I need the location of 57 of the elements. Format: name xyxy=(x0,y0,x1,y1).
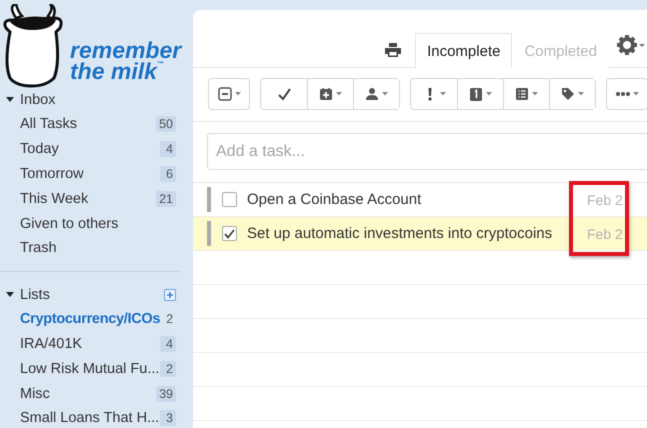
settings-button[interactable] xyxy=(617,35,645,55)
sidebar-item[interactable]: Today xyxy=(20,141,160,158)
assign-button[interactable] xyxy=(353,79,399,109)
section-header[interactable]: Inbox xyxy=(20,92,176,108)
list-icon xyxy=(515,86,529,102)
task-count: 50 xyxy=(156,116,176,132)
task-title: Open a Coinbase Account xyxy=(247,191,422,208)
collapse-arrow-icon[interactable] xyxy=(6,97,14,103)
task-count: 2 xyxy=(165,311,174,328)
due-date: Feb 2 xyxy=(587,192,624,208)
sidebar-item[interactable]: Given to others xyxy=(20,216,176,232)
checkbox-icon xyxy=(218,86,232,102)
add-list-button[interactable] xyxy=(164,288,176,301)
task-count: 6 xyxy=(160,166,176,182)
cow-logo-icon xyxy=(2,4,64,88)
tag-icon xyxy=(561,86,575,102)
calendar-icon xyxy=(469,86,483,102)
logo-text: the milk xyxy=(70,61,157,82)
printer-icon[interactable] xyxy=(385,42,402,56)
caret-icon xyxy=(382,92,388,96)
due-date: Feb 2 xyxy=(587,226,624,242)
task-title: Set up automatic investments into cryptocoins xyxy=(247,225,554,242)
section-header[interactable]: Lists xyxy=(20,286,164,303)
tab[interactable]: Incomplete xyxy=(415,33,512,68)
task-count: 3 xyxy=(160,410,176,426)
task-count: 4 xyxy=(160,141,176,158)
sidebar-item[interactable]: Tomorrow xyxy=(20,166,160,182)
logo-text: remember xyxy=(70,40,182,61)
sidebar-item[interactable]: Cryptocurrency/ICOs xyxy=(20,311,160,328)
tag-button[interactable] xyxy=(549,79,595,109)
task-count: 2 xyxy=(160,360,176,377)
caret-icon xyxy=(578,92,584,96)
checkmark-icon xyxy=(277,86,291,102)
caret-icon xyxy=(234,92,240,96)
caret-icon xyxy=(632,92,638,96)
caret-icon xyxy=(486,92,492,96)
sidebar-item[interactable]: This Week xyxy=(20,190,156,207)
task-count: 39 xyxy=(156,386,176,402)
caret-icon xyxy=(336,92,342,96)
sidebar-item[interactable]: Small Loans That H... xyxy=(20,410,160,426)
caret-icon xyxy=(532,92,538,96)
calendar-plus-icon xyxy=(319,86,333,102)
plus-icon xyxy=(166,290,174,299)
collapse-arrow-icon[interactable] xyxy=(6,292,14,298)
caret-icon xyxy=(440,92,446,96)
sidebar-item[interactable]: All Tasks xyxy=(20,116,156,132)
add-task-field[interactable]: Add a task... xyxy=(207,133,647,170)
sidebar-item[interactable]: Trash xyxy=(20,240,176,256)
person-icon xyxy=(365,86,379,102)
sidebar-item[interactable]: IRA/401K xyxy=(20,336,160,352)
sidebar-item[interactable]: Misc xyxy=(20,386,156,402)
task-count: 21 xyxy=(156,190,176,207)
checkbox[interactable] xyxy=(222,192,237,207)
sidebar-item[interactable]: Low Risk Mutual Fu... xyxy=(20,360,160,377)
task-count: 4 xyxy=(160,336,176,352)
task-row[interactable]: Set up automatic investments into cryptocoins Feb 2 xyxy=(193,217,647,251)
checkbox[interactable] xyxy=(222,226,237,241)
